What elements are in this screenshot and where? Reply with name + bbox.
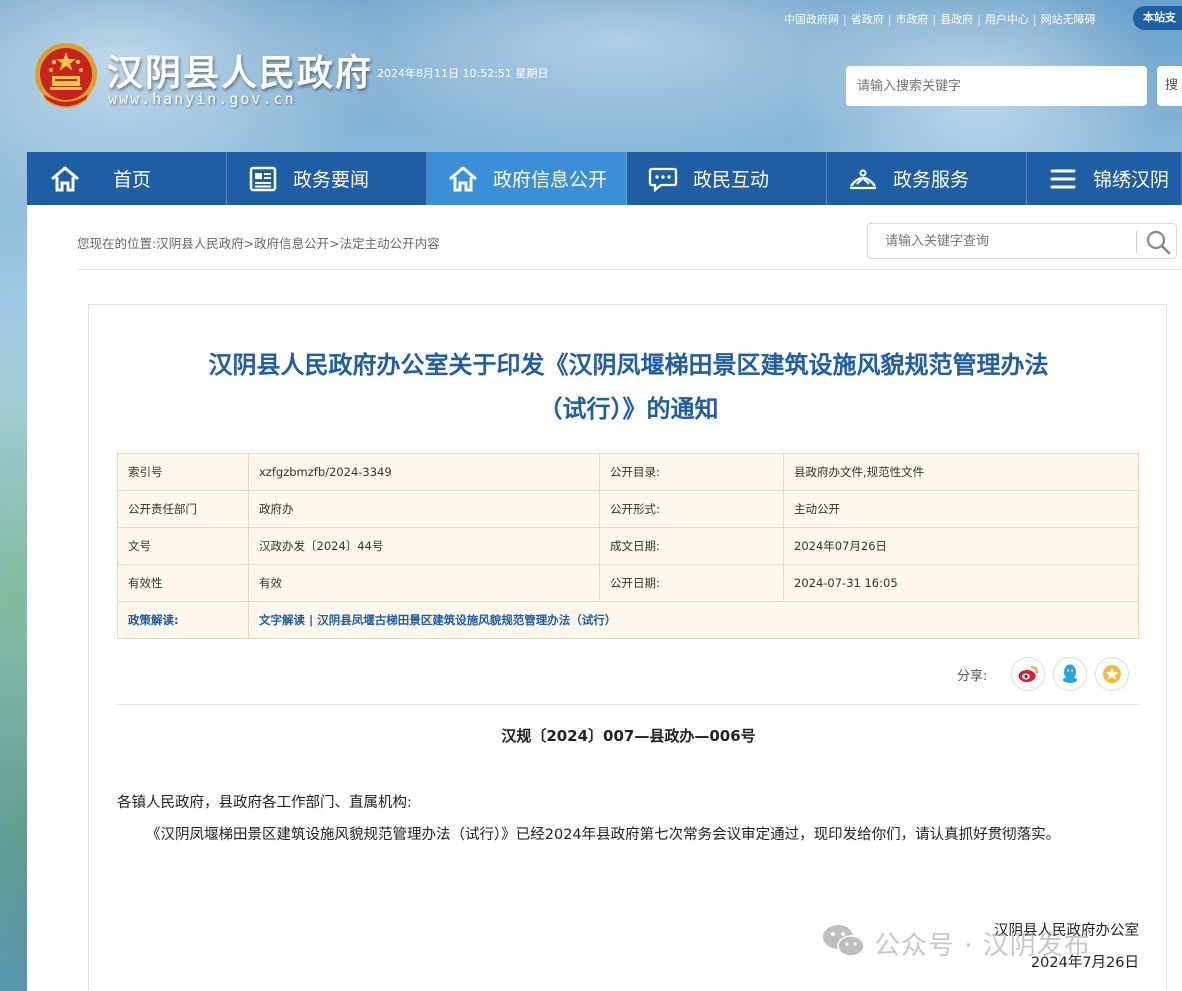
header-search-button[interactable]: 搜 xyxy=(1157,66,1182,106)
nav-item-scenic[interactable]: 锦绣汉阴 xyxy=(1027,152,1182,205)
inner-search-input[interactable] xyxy=(868,224,1136,258)
nav-item-home[interactable]: 首页 xyxy=(27,152,227,205)
nav-item-label: 首页 xyxy=(113,169,152,191)
qq-icon[interactable] xyxy=(1053,657,1088,691)
share-bar: 分享: xyxy=(957,657,1130,691)
wechat-icon xyxy=(820,922,866,964)
service-icon xyxy=(845,164,881,194)
table-row: 政策解读: 文字解读 | 汉阴县凤堰古梯田景区建筑设施风貌规范管理办法（试行） xyxy=(117,601,1139,639)
watermark-text: 公众号 · 汉阴发布 xyxy=(874,930,1091,961)
nav-item-services[interactable]: 政务服务 xyxy=(827,152,1027,205)
table-row: 文号 汉政办发〔2024〕44号 成文日期: 2024年07月26日 xyxy=(117,527,1139,565)
nav-item-label: 锦绣汉阴 xyxy=(1093,169,1170,191)
document-number: 汉规〔2024〕007—县政办—006号 xyxy=(501,727,756,745)
nav-item-news[interactable]: 政务要闻 xyxy=(227,152,427,205)
table-row: 索引号 xzfgzbmzfb/2024-3349 公开目录: 县政府办文件,规范… xyxy=(117,453,1139,491)
nav-item-label: 政务服务 xyxy=(893,169,970,191)
weibo-icon[interactable] xyxy=(1011,657,1046,691)
nav-item-label: 政务要闻 xyxy=(293,169,370,191)
news-icon xyxy=(245,164,281,194)
search-icon[interactable] xyxy=(1144,228,1172,256)
top-link-county[interactable]: 县政府 xyxy=(940,11,973,27)
favorite-icon[interactable] xyxy=(1095,657,1130,691)
national-emblem-icon xyxy=(32,40,100,112)
home-icon xyxy=(445,164,481,194)
nav-item-label: 政府信息公开 xyxy=(493,169,608,191)
inner-search-box xyxy=(867,223,1177,259)
policy-interpretation-link[interactable]: 文字解读 | 汉阴县凤堰古梯田景区建筑设施风貌规范管理办法（试行） xyxy=(248,601,1139,639)
share-label: 分享: xyxy=(957,668,988,684)
site-support-button[interactable]: 本站支 xyxy=(1133,6,1182,30)
nav-item-info-disclosure[interactable]: 政府信息公开 xyxy=(427,152,627,205)
top-link-city[interactable]: 市政府 xyxy=(895,11,928,27)
site-domain: www.hanyin.gov.cn xyxy=(108,90,296,108)
site-title: 汉阴县人民政府 xyxy=(107,53,374,94)
header-search-input[interactable] xyxy=(846,66,1147,106)
content-panel: 您现在的位置:汉阴县人民政府>政府信息公开>法定主动公开内容 汉阴县人民政府办公… xyxy=(27,205,1182,991)
metadata-table: 索引号 xzfgzbmzfb/2024-3349 公开目录: 县政府办文件,规范… xyxy=(117,453,1139,639)
table-row: 有效性 有效 公开日期: 2024-07-31 16:05 xyxy=(117,564,1139,602)
top-link-accessibility[interactable]: 网站无障碍 xyxy=(1041,11,1096,27)
policy-label: 政策解读: xyxy=(117,601,249,639)
article: 汉阴县人民政府办公室关于印发《汉阴凤堰梯田景区建筑设施风貌规范管理办法 （试行）… xyxy=(88,304,1167,991)
top-link-gov-cn[interactable]: 中国政府网 xyxy=(784,11,839,27)
table-row: 公开责任部门 政府办 公开形式: 主动公开 xyxy=(117,490,1139,528)
wechat-watermark: 公众号 · 汉阴发布 xyxy=(820,922,1091,964)
nav-item-label: 政民互动 xyxy=(693,169,770,191)
current-datetime: 2024年8月11日 10:52:51 星期日 xyxy=(377,67,549,80)
article-body: 《汉阴凤堰梯田景区建筑设施风貌规范管理办法（试行）》已经2024年县政府第七次常… xyxy=(146,827,1061,843)
article-title: 汉阴县人民政府办公室关于印发《汉阴凤堰梯田景区建筑设施风貌规范管理办法 （试行）… xyxy=(208,351,1049,423)
breadcrumb[interactable]: 您现在的位置:汉阴县人民政府>政府信息公开>法定主动公开内容 xyxy=(77,233,440,252)
top-link-province[interactable]: 省政府 xyxy=(851,11,884,27)
top-link-user-center[interactable]: 用户中心 xyxy=(985,11,1029,27)
main-nav: 首页 政务要闻 政府信息公开 政民互动 政务服务 锦绣汉阴 xyxy=(27,152,1182,205)
chat-icon xyxy=(645,164,681,194)
nav-item-interaction[interactable]: 政民互动 xyxy=(627,152,827,205)
top-links: 中国政府网 | 省政府 | 市政府 | 县政府 | 用户中心 | 网站无障碍 xyxy=(784,11,1096,27)
salutation: 各镇人民政府，县政府各工作部门、直属机构: xyxy=(117,795,412,811)
menu-icon xyxy=(1045,164,1081,194)
home-icon xyxy=(47,164,83,194)
